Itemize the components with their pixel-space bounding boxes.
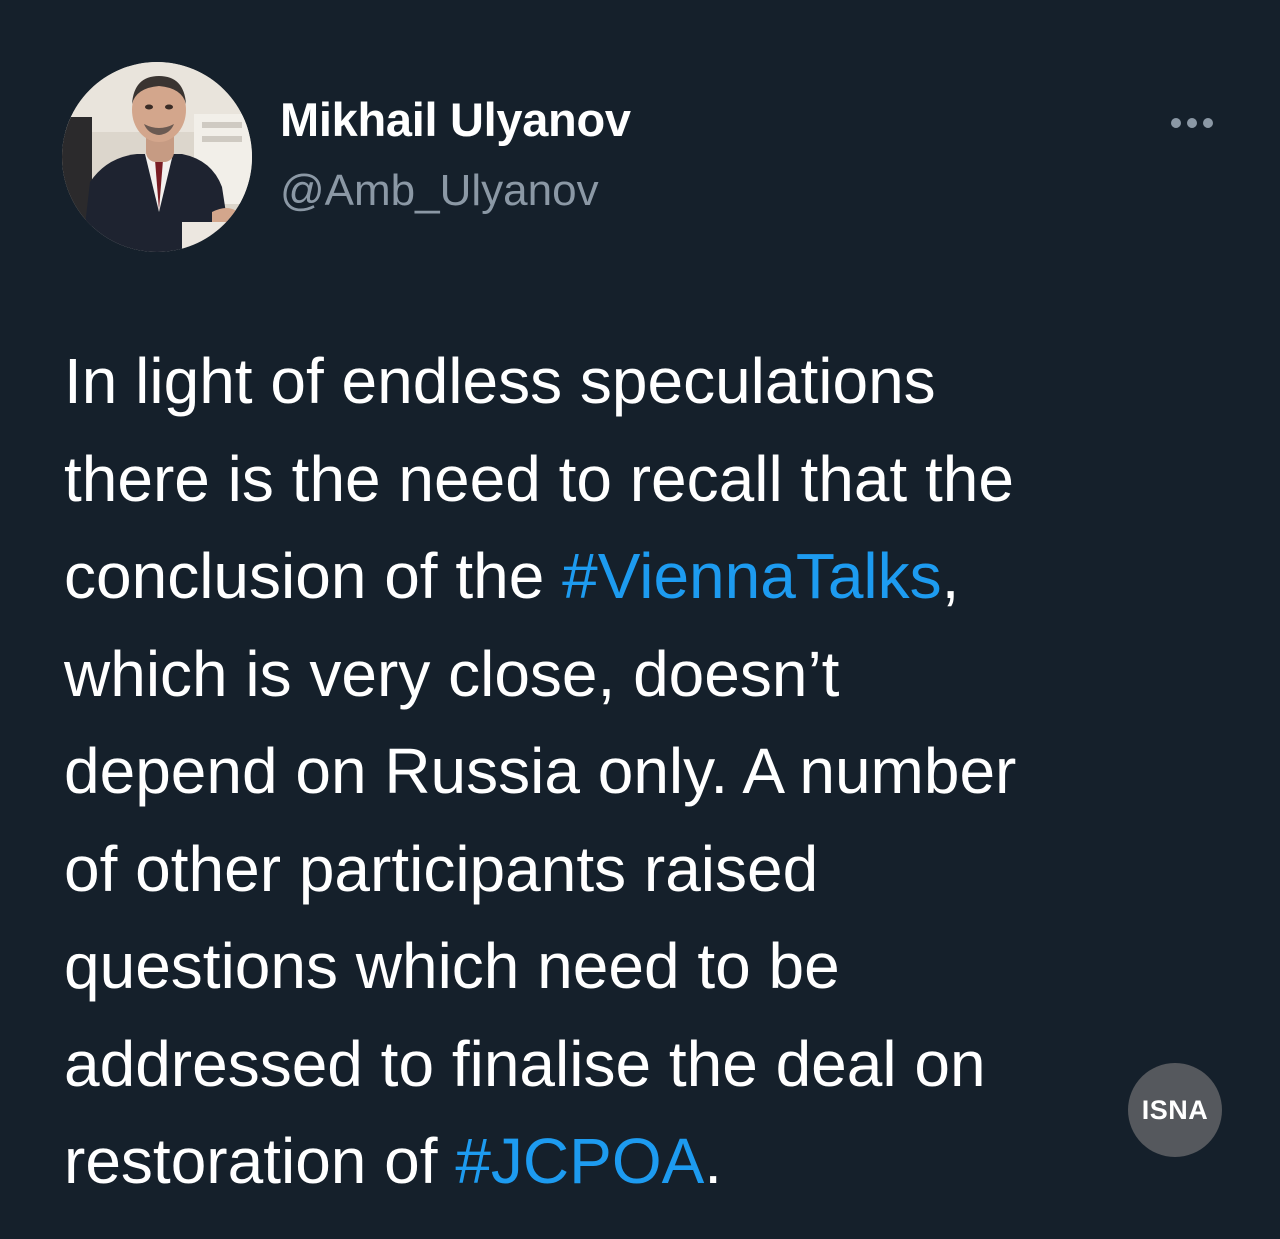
tweet-line: addressed to finalise the deal on xyxy=(64,1027,986,1100)
tweet-line-text: restoration of xyxy=(64,1125,456,1197)
isna-watermark-badge: ISNA xyxy=(1128,1063,1222,1157)
tweet-line: questions which need to be xyxy=(64,930,840,1002)
tweet-line: conclusion of the #ViennaTalks, xyxy=(64,528,1254,626)
hashtag-link-jcpoa[interactable]: #JCPOA xyxy=(455,1125,704,1197)
dot xyxy=(1187,118,1197,128)
tweet-line: there is the need to recall that the xyxy=(64,442,1014,515)
tweet-line-text: , xyxy=(941,540,960,612)
tweet-card: Mikhail Ulyanov @Amb_Ulyanov In light of… xyxy=(0,0,1280,1239)
author-handle[interactable]: @Amb_Ulyanov xyxy=(280,166,599,216)
tweet-line: In light of endless speculations xyxy=(64,345,936,417)
tweet-line-text: . xyxy=(704,1125,723,1197)
hashtag-link-viennatalks[interactable]: #ViennaTalks xyxy=(562,540,942,612)
watermark-label: ISNA xyxy=(1141,1094,1209,1125)
author-display-name[interactable]: Mikhail Ulyanov xyxy=(280,92,631,147)
tweet-line: of other participants raised xyxy=(64,832,819,905)
more-options-icon[interactable] xyxy=(1162,108,1222,138)
author-avatar[interactable] xyxy=(62,62,252,252)
dot xyxy=(1203,118,1213,128)
tweet-line-text: conclusion of the xyxy=(64,540,563,612)
tweet-text: In light of endless speculations there i… xyxy=(64,333,1254,1211)
tweet-line: depend on Russia only. A number xyxy=(64,735,1017,807)
tweet-line: which is very close, doesn’t xyxy=(64,637,840,710)
tweet-line: restoration of #JCPOA. xyxy=(64,1113,1254,1211)
avatar-photo xyxy=(62,62,252,252)
dot xyxy=(1171,118,1181,128)
